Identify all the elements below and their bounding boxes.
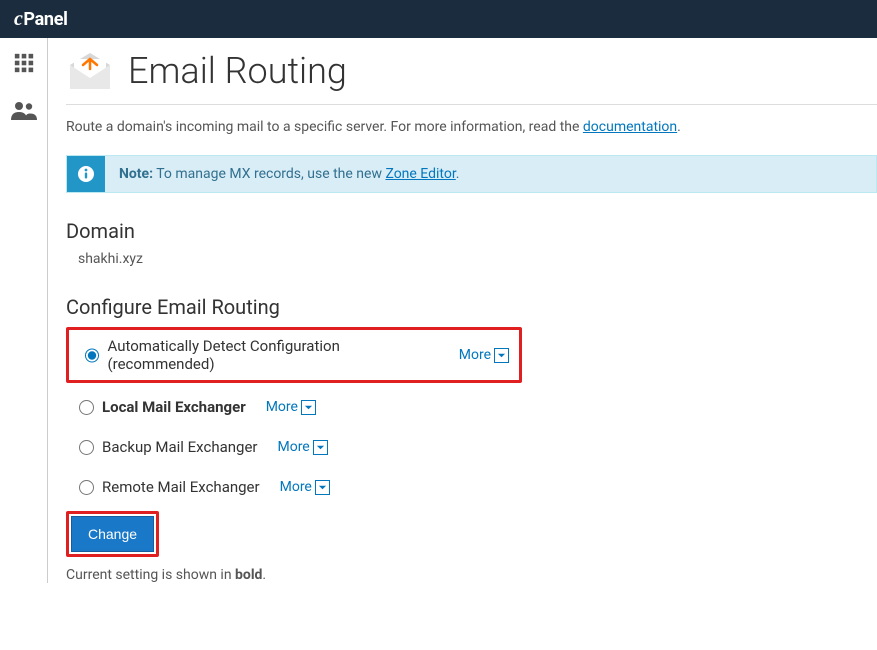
more-toggle[interactable]: More xyxy=(277,439,327,455)
note-text-pre: To manage MX records, use the new xyxy=(153,166,385,182)
cpanel-logo[interactable]: cPanel xyxy=(14,8,68,31)
routing-options: Automatically Detect Configuration (reco… xyxy=(48,327,877,503)
domain-value: shakhi.xyz xyxy=(48,251,877,295)
email-routing-icon xyxy=(66,51,114,91)
note-label: Note: xyxy=(119,166,153,182)
topbar: cPanel xyxy=(0,0,877,38)
routing-option-label[interactable]: Automatically Detect Configuration (reco… xyxy=(107,337,438,373)
more-label: More xyxy=(266,399,298,415)
caret-down-icon xyxy=(494,348,509,363)
page-description: Route a domain's incoming mail to a spec… xyxy=(48,119,877,155)
routing-option-row: Automatically Detect Configuration (reco… xyxy=(66,327,522,383)
current-setting-hint: Current setting is shown in bold. xyxy=(48,557,877,583)
page-header: Email Routing xyxy=(48,38,877,104)
info-icon xyxy=(67,156,105,192)
routing-option-row: Local Mail Exchanger More xyxy=(48,391,877,423)
header-separator xyxy=(66,104,877,105)
more-toggle[interactable]: More xyxy=(266,399,316,415)
note-text-post: . xyxy=(456,166,460,182)
page-title: Email Routing xyxy=(128,50,347,92)
documentation-link[interactable]: documentation xyxy=(583,119,677,135)
hint-pre: Current setting is shown in xyxy=(66,567,235,583)
change-button-highlight: Change xyxy=(66,511,159,557)
routing-option-label[interactable]: Remote Mail Exchanger xyxy=(102,478,260,496)
logo-text-part: Panel xyxy=(23,9,67,30)
content-area: Email Routing Route a domain's incoming … xyxy=(48,38,877,583)
zone-editor-link[interactable]: Zone Editor xyxy=(385,166,455,182)
routing-option-row: Backup Mail Exchanger More xyxy=(48,431,877,463)
sidebar xyxy=(0,38,48,583)
logo-c-part: c xyxy=(14,8,22,31)
more-toggle[interactable]: More xyxy=(280,479,330,495)
routing-option-row: Remote Mail Exchanger More xyxy=(48,471,877,503)
apps-grid-icon[interactable] xyxy=(13,52,35,78)
change-button-wrap: Change xyxy=(48,511,877,557)
caret-down-icon xyxy=(301,400,316,415)
more-toggle[interactable]: More xyxy=(459,347,509,363)
users-icon[interactable] xyxy=(11,100,37,124)
change-button[interactable]: Change xyxy=(71,516,154,552)
routing-radio-0[interactable] xyxy=(85,348,99,363)
domain-heading: Domain xyxy=(48,219,877,251)
routing-radio-1[interactable] xyxy=(79,400,94,415)
desc-text-post: . xyxy=(677,119,681,135)
hint-bold: bold xyxy=(235,567,262,583)
note-body: Note: To manage MX records, use the new … xyxy=(105,156,473,192)
caret-down-icon xyxy=(313,440,328,455)
routing-option-label[interactable]: Local Mail Exchanger xyxy=(102,398,246,416)
info-note: Note: To manage MX records, use the new … xyxy=(66,155,877,193)
desc-text-pre: Route a domain's incoming mail to a spec… xyxy=(66,119,583,135)
routing-option-label[interactable]: Backup Mail Exchanger xyxy=(102,438,257,456)
more-label: More xyxy=(459,347,491,363)
hint-post: . xyxy=(262,567,266,583)
more-label: More xyxy=(280,479,312,495)
more-label: More xyxy=(277,439,309,455)
routing-radio-2[interactable] xyxy=(79,440,94,455)
routing-radio-3[interactable] xyxy=(79,480,94,495)
caret-down-icon xyxy=(315,480,330,495)
routing-heading: Configure Email Routing xyxy=(48,295,877,327)
